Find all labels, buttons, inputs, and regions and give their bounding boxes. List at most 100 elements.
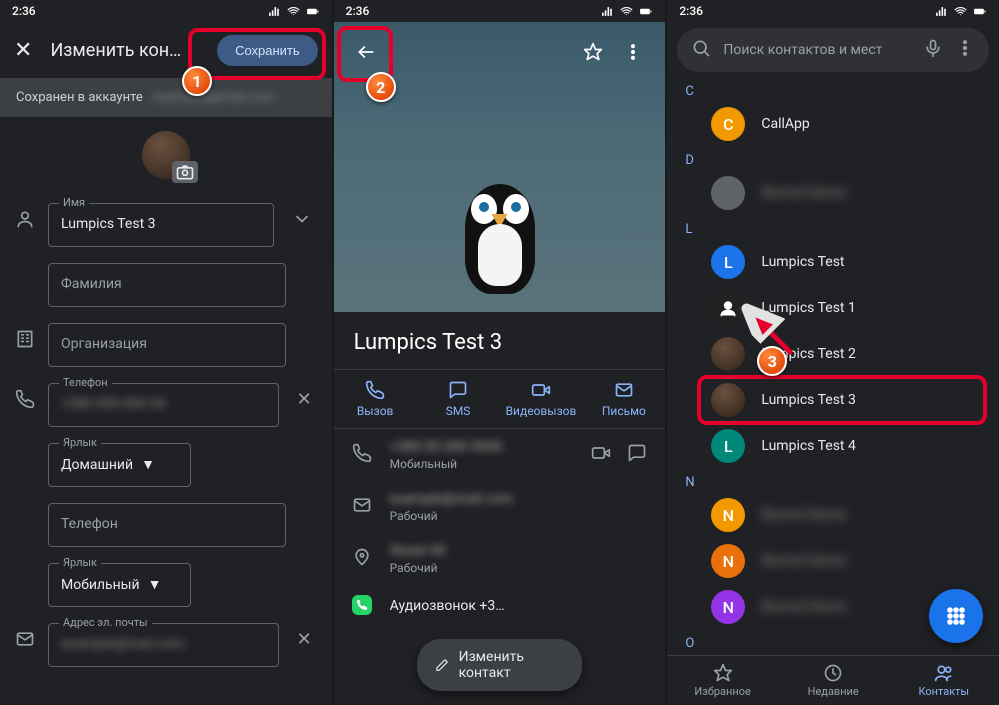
clear-phone1-icon[interactable]: ✕ [291,389,318,410]
contact-name: CallApp [761,116,809,132]
expand-name-icon[interactable] [286,209,318,229]
detail-phone-value-blurred: +380 00 000 0000 [390,439,574,455]
contact-avatar [711,383,745,417]
clear-email-icon[interactable]: ✕ [291,629,318,650]
phone2-placeholder: Телефон [49,504,285,546]
section-letter: N [667,469,999,492]
surname-field[interactable]: Фамилия [48,263,286,307]
first-name-label: Имя [59,196,89,209]
contact-item[interactable]: L Lumpics Test [667,239,999,285]
contact-item[interactable]: OBlurred Name [667,653,999,655]
edit-header: ✕ Изменить кон… Сохранить [0,22,332,78]
section-letter: C [667,78,999,101]
place-icon [352,547,372,571]
close-icon[interactable]: ✕ [14,38,32,63]
contact-item[interactable]: CCallApp [667,101,999,147]
surname-placeholder: Фамилия [49,264,285,306]
detail-address-sub: Рабочий [390,561,648,575]
contact-avatar: L [711,429,745,463]
contact-name: Lumpics Test 4 [761,438,856,454]
tag1-label: Ярлык [59,436,101,449]
phone2-field[interactable]: Телефон [48,503,286,547]
contact-list[interactable]: CCCallAppDBlurred NameLLLumpics TestLump… [667,78,999,655]
email-value-blurred: example@mail.com [49,624,278,666]
email-field[interactable]: Адрес эл. почты example@mail.com [48,623,279,667]
first-name-value: Lumpics Test 3 [49,204,273,246]
row-surname: Фамилия [0,247,332,307]
more-icon[interactable] [613,32,653,72]
contact-name: Lumpics Test [761,254,844,270]
search-bar[interactable]: Поиск контактов и мест [677,28,989,72]
contact-avatar [711,291,745,325]
detail-phone[interactable]: +380 00 000 0000 Мобильный [334,429,666,481]
mic-icon[interactable] [923,38,943,62]
status-time-3: 2:36 [679,4,703,18]
back-icon[interactable] [346,32,386,72]
detail-whatsapp[interactable]: Аудиозвонок +3… [334,585,666,625]
panel-contact-detail: 2:36 Lumpics Test 3 Вызов [334,0,666,705]
tag2-value: Мобильный▼ [49,564,190,606]
contact-item[interactable]: Lumpics Test 3 [667,377,999,423]
phone1-field[interactable]: Телефон +380 000 000 00 [48,383,279,427]
tag2-field[interactable]: Ярлык Мобильный▼ [48,563,191,607]
search-icon [691,38,711,62]
detail-email-value-blurred: example@mail.com [390,491,648,507]
avatar-wrap[interactable] [0,117,332,187]
contact-item[interactable]: L Lumpics Test 4 [667,423,999,469]
save-button[interactable]: Сохранить [217,35,318,66]
account-email-blurred: example@gmail.com [153,90,316,105]
panel-contacts-list: 2:36 Поиск контактов и мест CCCallAppDBl… [667,0,999,705]
contact-item[interactable]: Blurred Name [667,170,999,216]
contact-name: Lumpics Test 3 [761,392,856,408]
nav-contacts[interactable]: Контакты [888,656,999,705]
status-bar-2: 2:36 [334,0,666,22]
contact-avatar [711,176,745,210]
section-letter: L [667,216,999,239]
status-icons-3 [934,5,987,18]
status-icons-2 [600,5,653,18]
phone-icon-2 [352,443,372,467]
contact-item[interactable]: N Blurred Name [667,538,999,584]
saved-in-account-bar[interactable]: Сохранен в аккаунте example@gmail.com [0,78,332,117]
action-sms[interactable]: SMS [417,370,500,428]
video-mini-icon[interactable] [591,443,611,467]
contact-avatar: L [711,245,745,279]
action-video[interactable]: Видеовызов [500,370,583,428]
detail-email[interactable]: example@mail.com Рабочий [334,481,666,533]
phone-icon [14,389,36,409]
panel-edit-contact: 2:36 ✕ Изменить кон… Сохранить Сохранен … [0,0,332,705]
nav-recent[interactable]: Недавние [778,656,889,705]
contact-avatar: N [711,544,745,578]
contact-photo[interactable] [142,131,190,179]
camera-icon[interactable] [172,161,198,183]
org-field[interactable]: Организация [48,323,286,367]
status-time-2: 2:36 [346,4,370,18]
more-search-icon[interactable] [955,38,975,62]
sms-mini-icon[interactable] [627,443,647,467]
contact-name: Blurred Name [761,553,846,569]
detail-phone-actions [591,443,647,467]
status-bar: 2:36 [0,0,332,22]
tag1-field[interactable]: Ярлык Домашний▼ [48,443,191,487]
contact-item[interactable]: NBlurred Name [667,492,999,538]
dialpad-fab[interactable] [929,589,983,643]
action-call[interactable]: Вызов [334,370,417,428]
first-name-field[interactable]: Имя Lumpics Test 3 [48,203,274,247]
detail-address[interactable]: Street 00 Рабочий [334,533,666,585]
contact-item[interactable]: Lumpics Test 1 [667,285,999,331]
nav-favorites[interactable]: Избранное [667,656,778,705]
marker-1: 1 [182,66,212,96]
action-mail[interactable]: Письмо [582,370,665,428]
star-icon[interactable] [573,32,613,72]
status-bar-3: 2:36 [667,0,999,22]
contact-name: Blurred Name [761,185,846,201]
contact-avatar: N [711,590,745,624]
contact-avatar: N [711,498,745,532]
row-phone2: Телефон [0,487,332,547]
building-icon [14,329,36,349]
contact-item[interactable]: Lumpics Test 2 [667,331,999,377]
status-icons [267,5,320,18]
detail-address-value-blurred: Street 00 [390,543,648,559]
row-email: Адрес эл. почты example@mail.com ✕ [0,607,332,667]
edit-contact-fab[interactable]: Изменить контакт [417,639,583,691]
